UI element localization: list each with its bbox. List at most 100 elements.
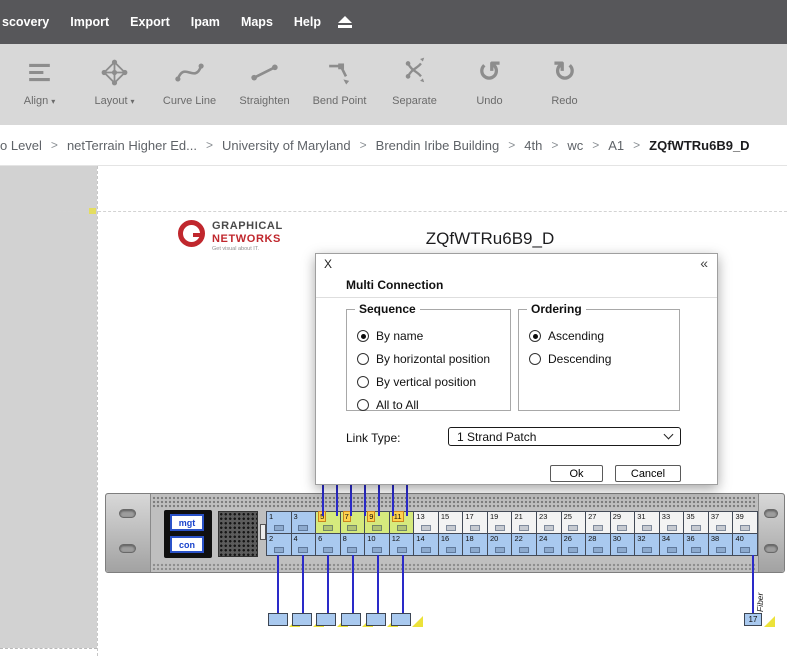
port-22[interactable]: 22 — [511, 534, 536, 556]
tool-curve-line[interactable]: Curve Line — [152, 54, 227, 107]
tool-align[interactable]: Align▾ — [2, 54, 77, 107]
fiber-connector[interactable] — [292, 613, 312, 626]
mgt-port[interactable]: mgt — [170, 514, 204, 531]
connection-line[interactable] — [302, 555, 304, 613]
port-15[interactable]: 15 — [438, 512, 463, 534]
tool-label-text: Redo — [551, 95, 577, 107]
connection-line[interactable] — [752, 555, 754, 613]
connection-line[interactable] — [392, 483, 394, 516]
crumb-brendin-iribe-building[interactable]: Brendin Iribe Building — [376, 138, 500, 153]
radio-ascending[interactable]: Ascending — [529, 329, 679, 343]
close-button[interactable]: X — [324, 257, 332, 271]
port-35[interactable]: 35 — [683, 512, 708, 534]
port-31[interactable]: 31 — [634, 512, 659, 534]
port-26[interactable]: 26 — [561, 534, 586, 556]
connection-line[interactable] — [327, 555, 329, 613]
port-3[interactable]: 3 — [291, 512, 316, 534]
port-23[interactable]: 23 — [536, 512, 561, 534]
port-36[interactable]: 36 — [683, 534, 708, 556]
link-type-select[interactable]: 1 Strand Patch — [448, 427, 681, 446]
port-10[interactable]: 10 — [364, 534, 389, 556]
radio-by-horizontal-position[interactable]: By horizontal position — [357, 352, 510, 366]
port-33[interactable]: 33 — [659, 512, 684, 534]
diagram-canvas[interactable]: GRAPHICAL NETWORKS Get visual about IT. … — [0, 166, 787, 656]
tool-bend-point[interactable]: Bend Point — [302, 54, 377, 107]
port-17[interactable]: 17 — [462, 512, 487, 534]
collapse-button[interactable]: « — [700, 255, 708, 271]
fiber-connector[interactable] — [391, 613, 411, 626]
patch-panel-device[interactable]: mgt con 13579111315171921232527293133353… — [105, 493, 785, 573]
port-16[interactable]: 16 — [438, 534, 463, 556]
port-14[interactable]: 14 — [413, 534, 438, 556]
fiber-connector[interactable] — [366, 613, 386, 626]
tool-redo[interactable]: ↻Redo — [527, 54, 602, 107]
menu-item-ipam[interactable]: Ipam — [191, 15, 220, 29]
radio-descending[interactable]: Descending — [529, 352, 679, 366]
menu-item-maps[interactable]: Maps — [241, 15, 273, 29]
port-21[interactable]: 21 — [511, 512, 536, 534]
menu-item-help[interactable]: Help — [294, 15, 321, 29]
connection-line[interactable] — [402, 555, 404, 613]
page-edge-guide — [97, 166, 98, 656]
crumb-a1[interactable]: A1 — [608, 138, 624, 153]
connection-line[interactable] — [336, 483, 338, 516]
port-6[interactable]: 6 — [315, 534, 340, 556]
tool-straighten[interactable]: Straighten — [227, 54, 302, 107]
port-38[interactable]: 38 — [708, 534, 733, 556]
crumb-netterrain-higher-ed[interactable]: netTerrain Higher Ed... — [67, 138, 197, 153]
menu-item-export[interactable]: Export — [130, 15, 170, 29]
menu-item-scovery[interactable]: scovery — [2, 15, 49, 29]
crumb-4th[interactable]: 4th — [524, 138, 542, 153]
port-4[interactable]: 4 — [291, 534, 316, 556]
port-40[interactable]: 40 — [732, 534, 757, 556]
port-19[interactable]: 19 — [487, 512, 512, 534]
port-20[interactable]: 20 — [487, 534, 512, 556]
crumb-university-of-maryland[interactable]: University of Maryland — [222, 138, 351, 153]
port-34[interactable]: 34 — [659, 534, 684, 556]
menu-item-import[interactable]: Import — [70, 15, 109, 29]
port-24[interactable]: 24 — [536, 534, 561, 556]
tool-separate[interactable]: Separate — [377, 54, 452, 107]
port-25[interactable]: 25 — [561, 512, 586, 534]
port-8[interactable]: 8 — [340, 534, 365, 556]
port-39[interactable]: 39 — [732, 512, 757, 534]
radio-by-name[interactable]: By name — [357, 329, 510, 343]
radio-all-to-all[interactable]: All to All — [357, 398, 510, 412]
connection-line[interactable] — [406, 483, 408, 516]
port-9[interactable]: 9 — [364, 512, 389, 534]
connection-line[interactable] — [364, 483, 366, 516]
connection-line[interactable] — [378, 483, 380, 516]
port-1[interactable]: 1 — [266, 512, 291, 534]
radio-indicator-icon — [357, 330, 369, 342]
connection-line[interactable] — [322, 483, 324, 516]
port-30[interactable]: 30 — [610, 534, 635, 556]
port-13[interactable]: 13 — [413, 512, 438, 534]
connection-line[interactable] — [377, 555, 379, 613]
connection-line[interactable] — [277, 555, 279, 613]
fiber-connector[interactable] — [341, 613, 361, 626]
port-37[interactable]: 37 — [708, 512, 733, 534]
crumb-wc[interactable]: wc — [567, 138, 583, 153]
port-2[interactable]: 2 — [266, 534, 291, 556]
port-32[interactable]: 32 — [634, 534, 659, 556]
port-jack — [642, 525, 652, 531]
connection-line[interactable] — [350, 483, 352, 516]
fiber-connector[interactable] — [316, 613, 336, 626]
fiber-connector[interactable] — [268, 613, 288, 626]
port-18[interactable]: 18 — [462, 534, 487, 556]
con-port[interactable]: con — [170, 536, 204, 553]
radio-by-vertical-position[interactable]: By vertical position — [357, 375, 510, 389]
port-12[interactable]: 12 — [389, 534, 414, 556]
ok-button[interactable]: Ok — [550, 465, 603, 482]
connection-line[interactable] — [352, 555, 354, 613]
tool-undo[interactable]: ↺Undo — [452, 54, 527, 107]
port-17-fiber[interactable]: 17 — [744, 613, 762, 626]
port-28[interactable]: 28 — [585, 534, 610, 556]
cancel-button[interactable]: Cancel — [615, 465, 681, 482]
port-27[interactable]: 27 — [585, 512, 610, 534]
port-29[interactable]: 29 — [610, 512, 635, 534]
crumb-o-level[interactable]: o Level — [0, 138, 42, 153]
tool-layout[interactable]: Layout▾ — [77, 54, 152, 107]
port-number: 9 — [367, 511, 375, 522]
eject-icon[interactable] — [338, 16, 352, 28]
